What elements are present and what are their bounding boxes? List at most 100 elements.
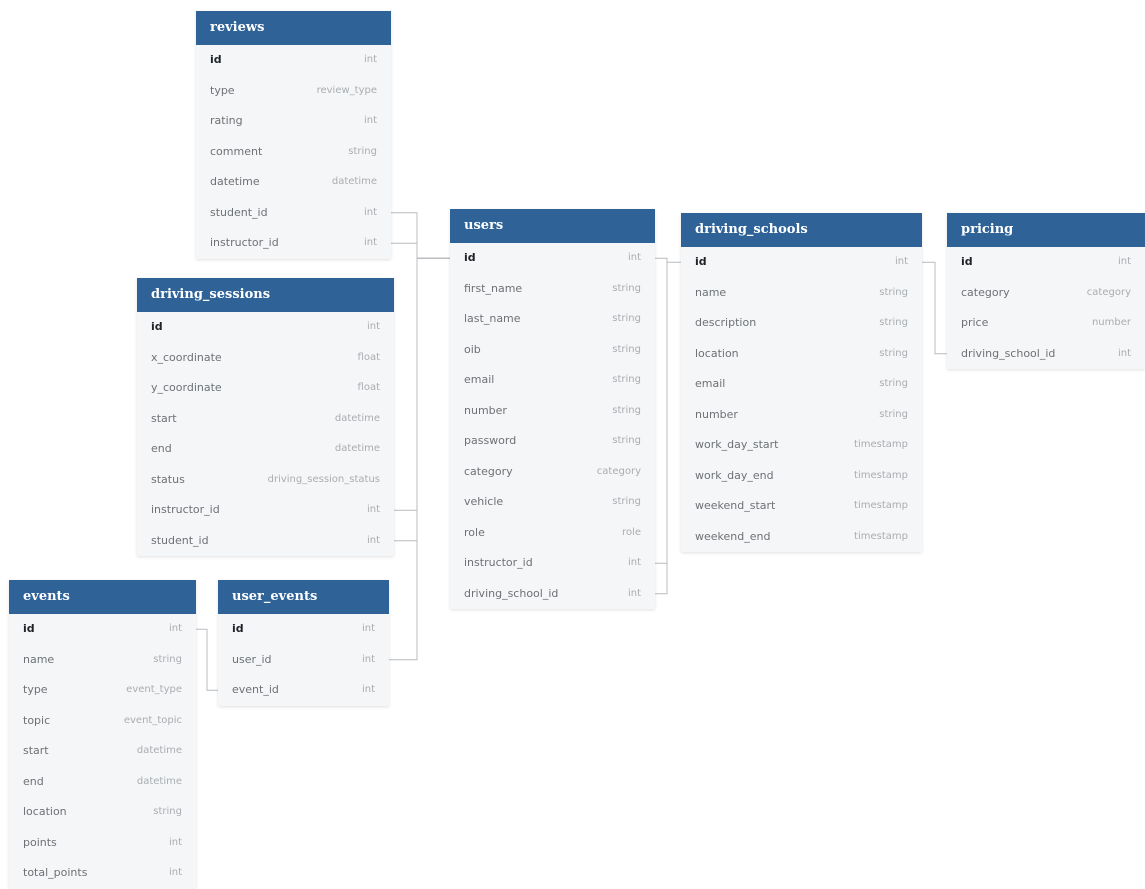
table-header[interactable]: pricing (947, 213, 1145, 247)
field-name: user_id (232, 652, 272, 666)
field-row[interactable]: category category (450, 457, 655, 488)
primary-key-row[interactable]: id int (9, 614, 196, 645)
table-user-events[interactable]: user_events id int user_id int event_id int (218, 580, 389, 706)
field-row[interactable]: start datetime (137, 404, 394, 435)
field-row[interactable]: type review_type (196, 76, 391, 107)
field-name: id (961, 255, 973, 268)
field-row[interactable]: number string (450, 396, 655, 427)
field-type: category (1086, 286, 1131, 298)
field-name: x_coordinate (151, 350, 222, 364)
field-type: int (627, 557, 641, 568)
field-type: int (361, 684, 375, 695)
field-row[interactable]: vehicle string (450, 487, 655, 518)
field-row[interactable]: weekend_end timestamp (681, 522, 922, 553)
field-row[interactable]: type event_type (9, 675, 196, 706)
field-type: int (361, 623, 375, 634)
field-row[interactable]: student_id int (137, 526, 394, 557)
field-row[interactable]: instructor_id int (196, 228, 391, 259)
table-reviews[interactable]: reviews id int type review_type rating int comm… (196, 11, 391, 259)
field-row[interactable]: email string (450, 365, 655, 396)
field-row[interactable]: instructor_id int (450, 548, 655, 579)
field-name: instructor_id (464, 556, 533, 569)
field-row[interactable]: name string (9, 645, 196, 676)
field-name: id (232, 622, 244, 635)
table-header[interactable]: user_events (218, 580, 389, 614)
field-row[interactable]: status driving_session_status (137, 465, 394, 496)
field-row[interactable]: number string (681, 400, 922, 431)
field-type: string (879, 286, 908, 298)
field-row[interactable]: x_coordinate float (137, 343, 394, 374)
field-row[interactable]: location string (681, 339, 922, 370)
field-row[interactable]: weekend_start timestamp (681, 491, 922, 522)
field-row[interactable]: work_day_end timestamp (681, 461, 922, 492)
field-type: event_topic (123, 714, 182, 726)
field-type: role (622, 526, 641, 538)
field-name: student_id (151, 533, 209, 547)
table-pricing[interactable]: pricing id int category category price number d… (947, 213, 1145, 369)
field-row[interactable]: last_name string (450, 304, 655, 335)
field-row[interactable]: end datetime (9, 767, 196, 798)
field-row[interactable]: price number (947, 308, 1145, 339)
table-header[interactable]: events (9, 580, 196, 614)
field-row[interactable]: first_name string (450, 274, 655, 305)
field-row[interactable]: total_points int (9, 858, 196, 889)
field-row[interactable]: topic event_topic (9, 706, 196, 737)
field-row[interactable]: email string (681, 369, 922, 400)
field-row[interactable]: rating int (196, 106, 391, 137)
field-row[interactable]: end datetime (137, 434, 394, 465)
field-name: price (961, 316, 989, 329)
field-row[interactable]: password string (450, 426, 655, 457)
field-name: datetime (210, 175, 260, 188)
field-type: datetime (136, 745, 182, 756)
field-row[interactable]: comment string (196, 137, 391, 168)
field-row[interactable]: work_day_start timestamp (681, 430, 922, 461)
field-type: int (168, 867, 182, 878)
table-users[interactable]: users id int first_name string last_name strin… (450, 209, 655, 609)
field-type: timestamp (854, 530, 908, 542)
primary-key-row[interactable]: id int (196, 45, 391, 76)
table-driving-sessions[interactable]: driving_sessions id int x_coordinate float y_… (137, 278, 394, 556)
field-row[interactable]: start datetime (9, 736, 196, 767)
table-events[interactable]: events id int name string type event_type topic… (9, 580, 196, 889)
table-header[interactable]: reviews (196, 11, 391, 45)
field-name: password (464, 434, 517, 447)
primary-key-row[interactable]: id int (218, 614, 389, 645)
field-row[interactable]: event_id int (218, 675, 389, 706)
table-header[interactable]: users (450, 209, 655, 243)
primary-key-row[interactable]: id int (137, 312, 394, 343)
field-row[interactable]: category category (947, 278, 1145, 309)
field-row[interactable]: driving_school_id int (450, 579, 655, 610)
field-type: int (363, 206, 377, 218)
field-type: string (612, 343, 641, 355)
table-driving-schools[interactable]: driving_schools id int name string descriptio… (681, 213, 922, 552)
field-type: event_type (126, 684, 182, 695)
field-name: start (23, 744, 49, 757)
table-header[interactable]: driving_sessions (137, 278, 394, 312)
field-row[interactable]: description string (681, 308, 922, 339)
field-row[interactable]: y_coordinate float (137, 373, 394, 404)
field-row[interactable]: instructor_id int (137, 495, 394, 526)
field-name: number (695, 407, 738, 421)
field-row[interactable]: location string (9, 797, 196, 828)
primary-key-row[interactable]: id int (947, 247, 1145, 278)
field-name: end (23, 774, 44, 788)
field-type: category (596, 465, 641, 477)
field-row[interactable]: points int (9, 828, 196, 859)
field-row[interactable]: user_id int (218, 645, 389, 676)
field-row[interactable]: driving_school_id int (947, 339, 1145, 370)
field-type: datetime (331, 176, 377, 187)
field-name: vehicle (464, 495, 504, 508)
field-row[interactable]: datetime datetime (196, 167, 391, 198)
field-row[interactable]: name string (681, 278, 922, 309)
table-header[interactable]: driving_schools (681, 213, 922, 247)
field-type: datetime (136, 775, 182, 787)
field-row[interactable]: role role (450, 518, 655, 549)
field-name: points (23, 835, 57, 849)
field-name: start (151, 411, 177, 425)
field-type: int (361, 653, 375, 665)
primary-key-row[interactable]: id int (450, 243, 655, 274)
field-row[interactable]: student_id int (196, 198, 391, 229)
primary-key-row[interactable]: id int (681, 247, 922, 278)
field-row[interactable]: oib string (450, 335, 655, 366)
field-type: string (612, 313, 641, 324)
